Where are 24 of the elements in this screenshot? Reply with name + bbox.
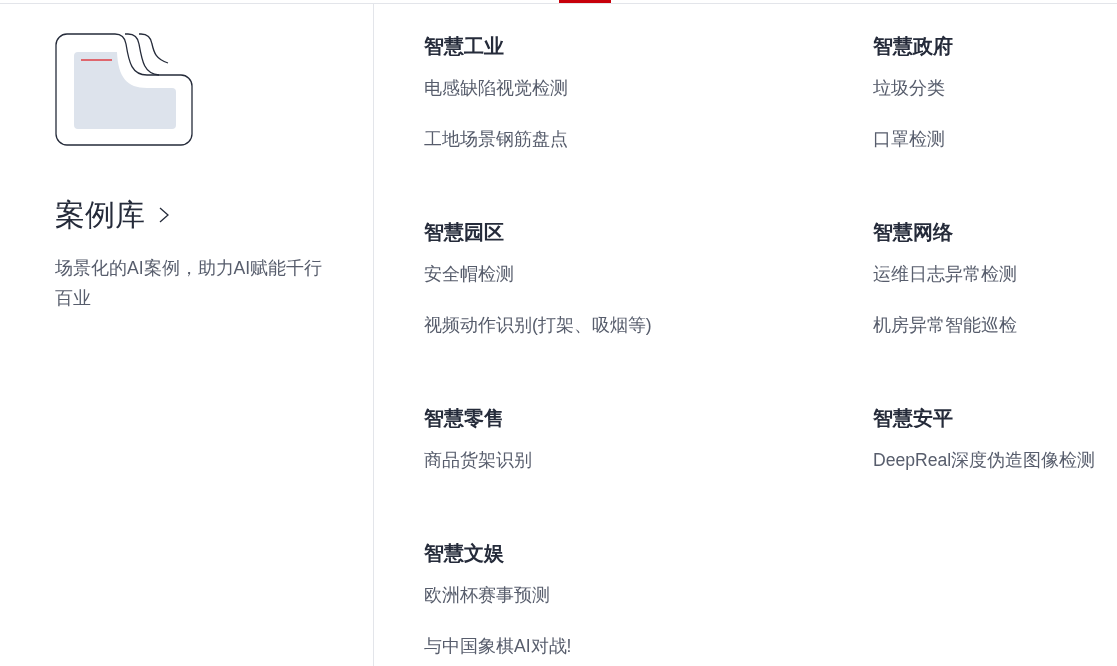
library-description: 场景化的AI案例，助力AI赋能千行百业 [55, 257, 324, 310]
case-link[interactable]: 口罩检测 [873, 126, 945, 152]
category-heading: 智慧零售 [424, 406, 504, 431]
case-link[interactable]: 垃圾分类 [873, 75, 945, 101]
case-link[interactable]: 运维日志异常检测 [873, 261, 1017, 287]
category-heading: 智慧文娱 [424, 541, 504, 566]
document-stack-icon [55, 33, 193, 146]
category-heading: 智慧安平 [873, 406, 953, 431]
case-link[interactable]: 商品货架识别 [424, 447, 532, 473]
chevron-right-icon [159, 207, 169, 223]
case-link[interactable]: 安全帽检测 [424, 261, 514, 287]
case-link[interactable]: 工地场景钢筋盘点 [424, 126, 568, 152]
case-link[interactable]: 与中国象棋AI对战! [424, 633, 572, 659]
tab-indicator [559, 0, 611, 3]
category-heading: 智慧园区 [424, 220, 504, 245]
case-link[interactable]: 机房异常智能巡检 [873, 312, 1017, 338]
category-heading: 智慧政府 [873, 34, 953, 59]
case-link[interactable]: DeepReal深度伪造图像检测 [873, 447, 1096, 473]
case-link[interactable]: 欧洲杯赛事预测 [424, 582, 550, 608]
case-library-link[interactable]: 案例库 [55, 195, 169, 235]
case-link[interactable]: 电感缺陷视觉检测 [424, 75, 568, 101]
category-heading: 智慧网络 [873, 220, 953, 245]
case-link[interactable]: 视频动作识别(打架、吸烟等) [424, 312, 652, 338]
category-heading: 智慧工业 [424, 34, 504, 59]
